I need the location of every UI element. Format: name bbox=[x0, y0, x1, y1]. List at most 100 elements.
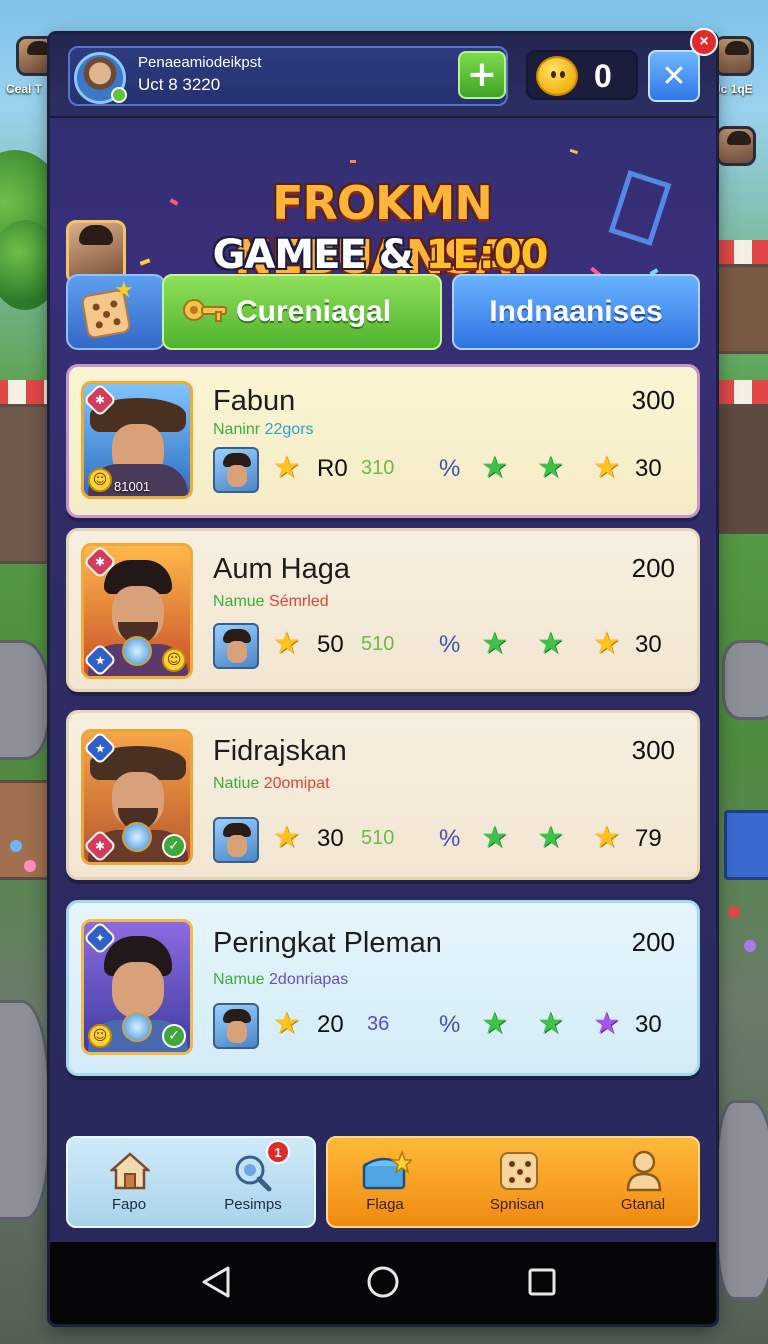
stat-secondary: 510 bbox=[361, 827, 395, 849]
teammate-avatar[interactable] bbox=[213, 623, 259, 669]
nav-home[interactable]: Fapo bbox=[74, 1138, 184, 1230]
profile-name: Penaeamiodeikpst bbox=[138, 54, 262, 71]
home-system-button[interactable] bbox=[363, 1262, 403, 1302]
recents-icon bbox=[528, 1268, 556, 1296]
flower-decoration bbox=[10, 840, 22, 852]
home-icon bbox=[110, 1152, 150, 1190]
smile-icon: ☺ bbox=[88, 1024, 112, 1048]
player-subtitle: Namue 2donriapas bbox=[213, 971, 348, 989]
nav-profile-label: Gtanal bbox=[620, 1196, 666, 1213]
chest-icon bbox=[362, 1150, 412, 1190]
nav-chest-label: Flaga bbox=[366, 1196, 404, 1213]
coin-counter: 0 bbox=[526, 50, 638, 100]
dice-tab-button[interactable]: ★ bbox=[66, 274, 166, 350]
nav-group-left: Fapo 1 Pesimps bbox=[66, 1136, 316, 1228]
side-player-avatar[interactable] bbox=[714, 36, 754, 76]
player-name: Fabun bbox=[213, 385, 296, 417]
market-awning bbox=[0, 380, 52, 406]
nav-profile[interactable]: Gtanal bbox=[588, 1138, 698, 1230]
gold-star-icon: ★ bbox=[273, 1006, 300, 1041]
player-subtitle: Naninr 22gors bbox=[213, 421, 314, 439]
event-banner: FROKMN NEBUANSA! GAMEE & 1E:00 bbox=[50, 120, 716, 290]
dice-icon bbox=[500, 1152, 538, 1190]
player-stats: ★ R0 310 % ★ ★ ★ 30 bbox=[213, 447, 693, 495]
online-dot-icon bbox=[111, 87, 127, 103]
profile-avatar[interactable] bbox=[74, 52, 127, 104]
recents-button[interactable] bbox=[522, 1262, 562, 1302]
green-star-icon: ★ bbox=[481, 820, 508, 855]
tab-current-label: Cureniagal bbox=[236, 295, 392, 328]
subtitle-value: 2donriapas bbox=[269, 971, 349, 988]
check-icon: ✓ bbox=[162, 1024, 186, 1048]
teammate-avatar[interactable] bbox=[213, 817, 259, 863]
stat-secondary: 510 bbox=[361, 633, 395, 655]
stat-total: 79 bbox=[635, 825, 662, 852]
flower-decoration bbox=[744, 940, 756, 952]
player-portrait: ★ ✱ ✓ bbox=[81, 729, 193, 865]
home-circle-icon bbox=[367, 1266, 399, 1298]
player-portrait: ✱ ★ ☺ bbox=[81, 543, 193, 679]
banner-subtitle: GAMEE & 1E:00 bbox=[160, 232, 600, 278]
market-stall bbox=[716, 404, 768, 534]
search-icon bbox=[235, 1155, 272, 1192]
subtitle-key: Namue bbox=[213, 593, 265, 610]
coin-value: 0 bbox=[594, 58, 612, 94]
side-player-avatar[interactable] bbox=[716, 126, 756, 166]
green-star-icon: ★ bbox=[537, 450, 564, 485]
tab-bar: ★ Cureniagal Indnaanises bbox=[66, 274, 700, 350]
player-subtitle: Natiue 20omipat bbox=[213, 775, 330, 793]
player-card[interactable]: ✱ ★ ☺ Aum Haga 200 Namue Sémrled ★ 50 51… bbox=[66, 528, 700, 692]
nav-search[interactable]: 1 Pesimps bbox=[198, 1138, 308, 1230]
player-card[interactable]: ★ ✱ ✓ Fidrajskan 300 Natiue 20omipat ★ 3… bbox=[66, 710, 700, 880]
tab-other[interactable]: Indnaanises bbox=[452, 274, 700, 350]
cart-decoration bbox=[724, 810, 768, 880]
nav-chest[interactable]: Flaga bbox=[330, 1138, 440, 1230]
gold-star-icon: ★ bbox=[273, 626, 300, 661]
close-button[interactable]: ✕ bbox=[648, 50, 700, 102]
green-star-icon: ★ bbox=[537, 1006, 564, 1041]
stat-value: 20 bbox=[317, 1011, 344, 1038]
teammate-avatar[interactable] bbox=[213, 1003, 259, 1049]
rock-decoration bbox=[0, 640, 50, 760]
green-star-icon: ★ bbox=[537, 626, 564, 661]
rock-decoration bbox=[716, 1100, 768, 1300]
tab-current[interactable]: Cureniagal bbox=[162, 274, 442, 350]
system-nav-bar bbox=[50, 1242, 716, 1324]
player-name: Aum Haga bbox=[213, 553, 351, 585]
stat-percent: % bbox=[439, 631, 461, 658]
nav-dice-label: Spnisan bbox=[489, 1196, 545, 1213]
star-icon: ★ bbox=[114, 278, 134, 303]
side-player-label: Jc 1qE bbox=[714, 82, 753, 96]
gold-star-icon: ★ bbox=[273, 820, 300, 855]
tab-other-label: Indnaanises bbox=[489, 295, 663, 328]
nav-home-label: Fapo bbox=[111, 1196, 147, 1213]
profile-box[interactable]: Penaeamiodeikpst Uct 8 3220 bbox=[68, 46, 508, 106]
player-stats: ★ 20 36 % ★ ★ ★ 30 bbox=[213, 1003, 693, 1051]
top-bar: Penaeamiodeikpst Uct 8 3220 + 0 ✕ bbox=[50, 34, 716, 118]
stat-total: 30 bbox=[635, 455, 662, 482]
gold-star-icon: ★ bbox=[593, 820, 620, 855]
nav-dice[interactable]: Spnisan bbox=[462, 1138, 572, 1230]
flower-decoration bbox=[728, 906, 740, 918]
player-card[interactable]: ✦ ☺ ✓ Peringkat Pleman 200 Namue 2donria… bbox=[66, 900, 700, 1076]
side-player-label: Ceal T bbox=[6, 82, 43, 96]
subtitle-value: 20omipat bbox=[263, 775, 330, 792]
market-awning bbox=[716, 380, 768, 406]
stat-total: 30 bbox=[635, 631, 662, 658]
nav-search-label: Pesimps bbox=[224, 1196, 282, 1213]
green-star-icon: ★ bbox=[481, 1006, 508, 1041]
player-score: 300 bbox=[631, 385, 675, 415]
stat-value: 30 bbox=[317, 825, 344, 852]
profile-subtitle: Uct 8 3220 bbox=[138, 75, 221, 94]
overlay-close-button[interactable]: × bbox=[690, 28, 718, 56]
coin-icon bbox=[536, 56, 578, 96]
player-card[interactable]: ✱ ☺ 81001 Fabun 300 Naninr 22gors ★ R0 3… bbox=[66, 364, 700, 518]
stat-percent: % bbox=[439, 455, 461, 482]
smile-icon: ☺ bbox=[162, 648, 186, 672]
stat-value: R0 bbox=[317, 455, 348, 482]
back-button[interactable] bbox=[196, 1262, 236, 1302]
banner-timer: 1E:00 bbox=[425, 232, 549, 278]
subtitle-key: Namue bbox=[213, 971, 265, 988]
add-button[interactable]: + bbox=[458, 51, 506, 99]
teammate-avatar[interactable] bbox=[213, 447, 259, 493]
